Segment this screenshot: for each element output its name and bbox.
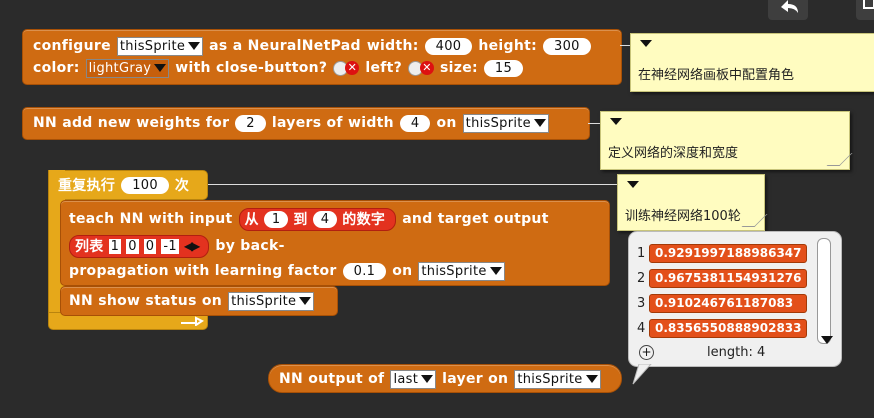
learning-factor-input[interactable]: 0.1 [342, 262, 387, 280]
sprite-dropdown[interactable]: thisSprite [116, 36, 204, 56]
false-x-icon: ✕ [420, 61, 435, 75]
to-label: 到 [293, 212, 308, 228]
sprite-dropdown[interactable]: thisSprite [462, 113, 549, 133]
left-label: left? [365, 60, 403, 76]
from-input[interactable]: 1 [263, 210, 289, 228]
list-value[interactable]: 0.9675381154931276 [649, 269, 807, 288]
teach-label: teach NN with input [69, 211, 233, 227]
resize-handle-icon[interactable] [826, 153, 853, 166]
list-arrows-icon[interactable]: ◀▶ [184, 239, 201, 253]
layers-input[interactable]: 2 [235, 114, 266, 132]
sprite-dropdown[interactable]: thisSprite [418, 261, 505, 281]
configure-label: configure [33, 38, 111, 54]
size-input[interactable]: 15 [483, 59, 524, 77]
output-reporter[interactable]: NN output of last layer on thisSprite [268, 364, 622, 393]
layers-of-width-label: layers of width [271, 115, 394, 131]
color-dropdown[interactable]: lightGray [85, 58, 170, 78]
sprite-dropdown[interactable]: thisSprite [514, 369, 601, 389]
close-button-toggle[interactable]: ✕ [333, 60, 360, 76]
height-input[interactable]: 300 [543, 37, 591, 55]
comment-connector [588, 123, 600, 124]
list-value[interactable]: 0.9291997188986347 [649, 244, 807, 263]
height-label: height: [478, 38, 537, 54]
sprite-dropdown[interactable]: thisSprite [228, 291, 315, 311]
collapse-arrow-icon[interactable] [627, 181, 639, 188]
as-label: as a NeuralNetPad [209, 38, 361, 54]
repeat-count-input[interactable]: 100 [121, 176, 169, 194]
comment-text[interactable]: 在神经网络画板中配置角色 [638, 64, 794, 83]
add-weights-label: NN add new weights for [33, 115, 230, 131]
repeat-label: 重复执行 [58, 178, 116, 194]
list-index: 1 [637, 246, 646, 261]
undo-button[interactable] [768, 0, 808, 20]
by-back-label: by back- [215, 238, 285, 254]
comment-connector [620, 45, 630, 46]
list-index: 3 [637, 296, 646, 311]
collapse-arrow-icon[interactable] [640, 40, 652, 47]
layer-width-input[interactable]: 4 [399, 114, 431, 132]
on-label: on [392, 263, 413, 279]
list-label: 列表 [75, 239, 104, 255]
list-index: 2 [637, 271, 646, 286]
comment-connector [208, 184, 618, 185]
configure-block[interactable]: configure thisSprite as a NeuralNetPad w… [22, 29, 622, 85]
layer-on-label: layer on [442, 371, 509, 387]
list-resize-handle-icon[interactable] [821, 336, 833, 344]
list-item-input[interactable]: 1 [108, 238, 122, 254]
color-label: color: [33, 60, 80, 76]
list-value[interactable]: 0.910246761187083 [649, 294, 807, 313]
keyboard-button[interactable] [856, 0, 874, 20]
show-status-block[interactable]: NN show status on thisSprite [60, 286, 338, 316]
resize-handle-icon[interactable] [741, 214, 768, 227]
left-toggle[interactable]: ✕ [408, 60, 435, 76]
collapse-arrow-icon[interactable] [610, 118, 622, 125]
target-label: and target output [402, 211, 549, 227]
numbers-label: 的数字 [342, 212, 386, 228]
width-label: width: [366, 38, 419, 54]
close-button-label: with close-button? [175, 60, 328, 76]
comment-train[interactable]: 训练神经网络100轮 [617, 174, 768, 231]
to-input[interactable]: 4 [312, 210, 338, 228]
false-x-icon: ✕ [345, 61, 360, 75]
comment-text[interactable]: 训练神经网络100轮 [625, 205, 741, 224]
list-item-input[interactable]: -1 [161, 238, 179, 254]
teach-block[interactable]: teach NN with input 从 1 到 4 的数字 and targ… [60, 200, 610, 286]
comment-layers[interactable]: 定义网络的深度和宽度 [600, 111, 853, 170]
output-label: NN output of [279, 371, 385, 387]
list-value[interactable]: 0.8356550888902833 [649, 319, 807, 338]
repeat-suffix: 次 [174, 178, 190, 194]
list-index: 4 [637, 321, 646, 336]
list-scrollbar[interactable] [817, 238, 831, 344]
propagation-label: propagation with learning factor [69, 263, 337, 279]
from-label: 从 [244, 212, 259, 228]
add-weights-block[interactable]: NN add new weights for 2 layers of width… [22, 107, 590, 140]
add-item-icon[interactable]: + [639, 345, 654, 360]
width-input[interactable]: 400 [424, 37, 473, 55]
bubble-tail-icon [632, 364, 652, 385]
numbers-range-reporter[interactable]: 从 1 到 4 的数字 [238, 207, 397, 231]
list-length: length: 4 [707, 345, 766, 360]
layer-dropdown[interactable]: last [390, 369, 437, 389]
keyboard-icon [863, 0, 874, 9]
comment-text[interactable]: 定义网络的深度和宽度 [608, 142, 738, 161]
show-status-label: NN show status on [69, 293, 223, 309]
list-item-input[interactable]: 0 [143, 238, 157, 254]
comment-configure[interactable]: 在神经网络画板中配置角色 [630, 33, 874, 92]
on-label: on [436, 115, 457, 131]
list-reporter[interactable]: 列表 1 0 0 -1 ◀▶ [69, 234, 210, 258]
size-label: size: [440, 60, 478, 76]
undo-icon [781, 0, 798, 13]
result-list-bubble: 1 0.9291997188986347 2 0.9675381154931276 … [628, 231, 842, 385]
list-item-input[interactable]: 0 [126, 238, 139, 254]
